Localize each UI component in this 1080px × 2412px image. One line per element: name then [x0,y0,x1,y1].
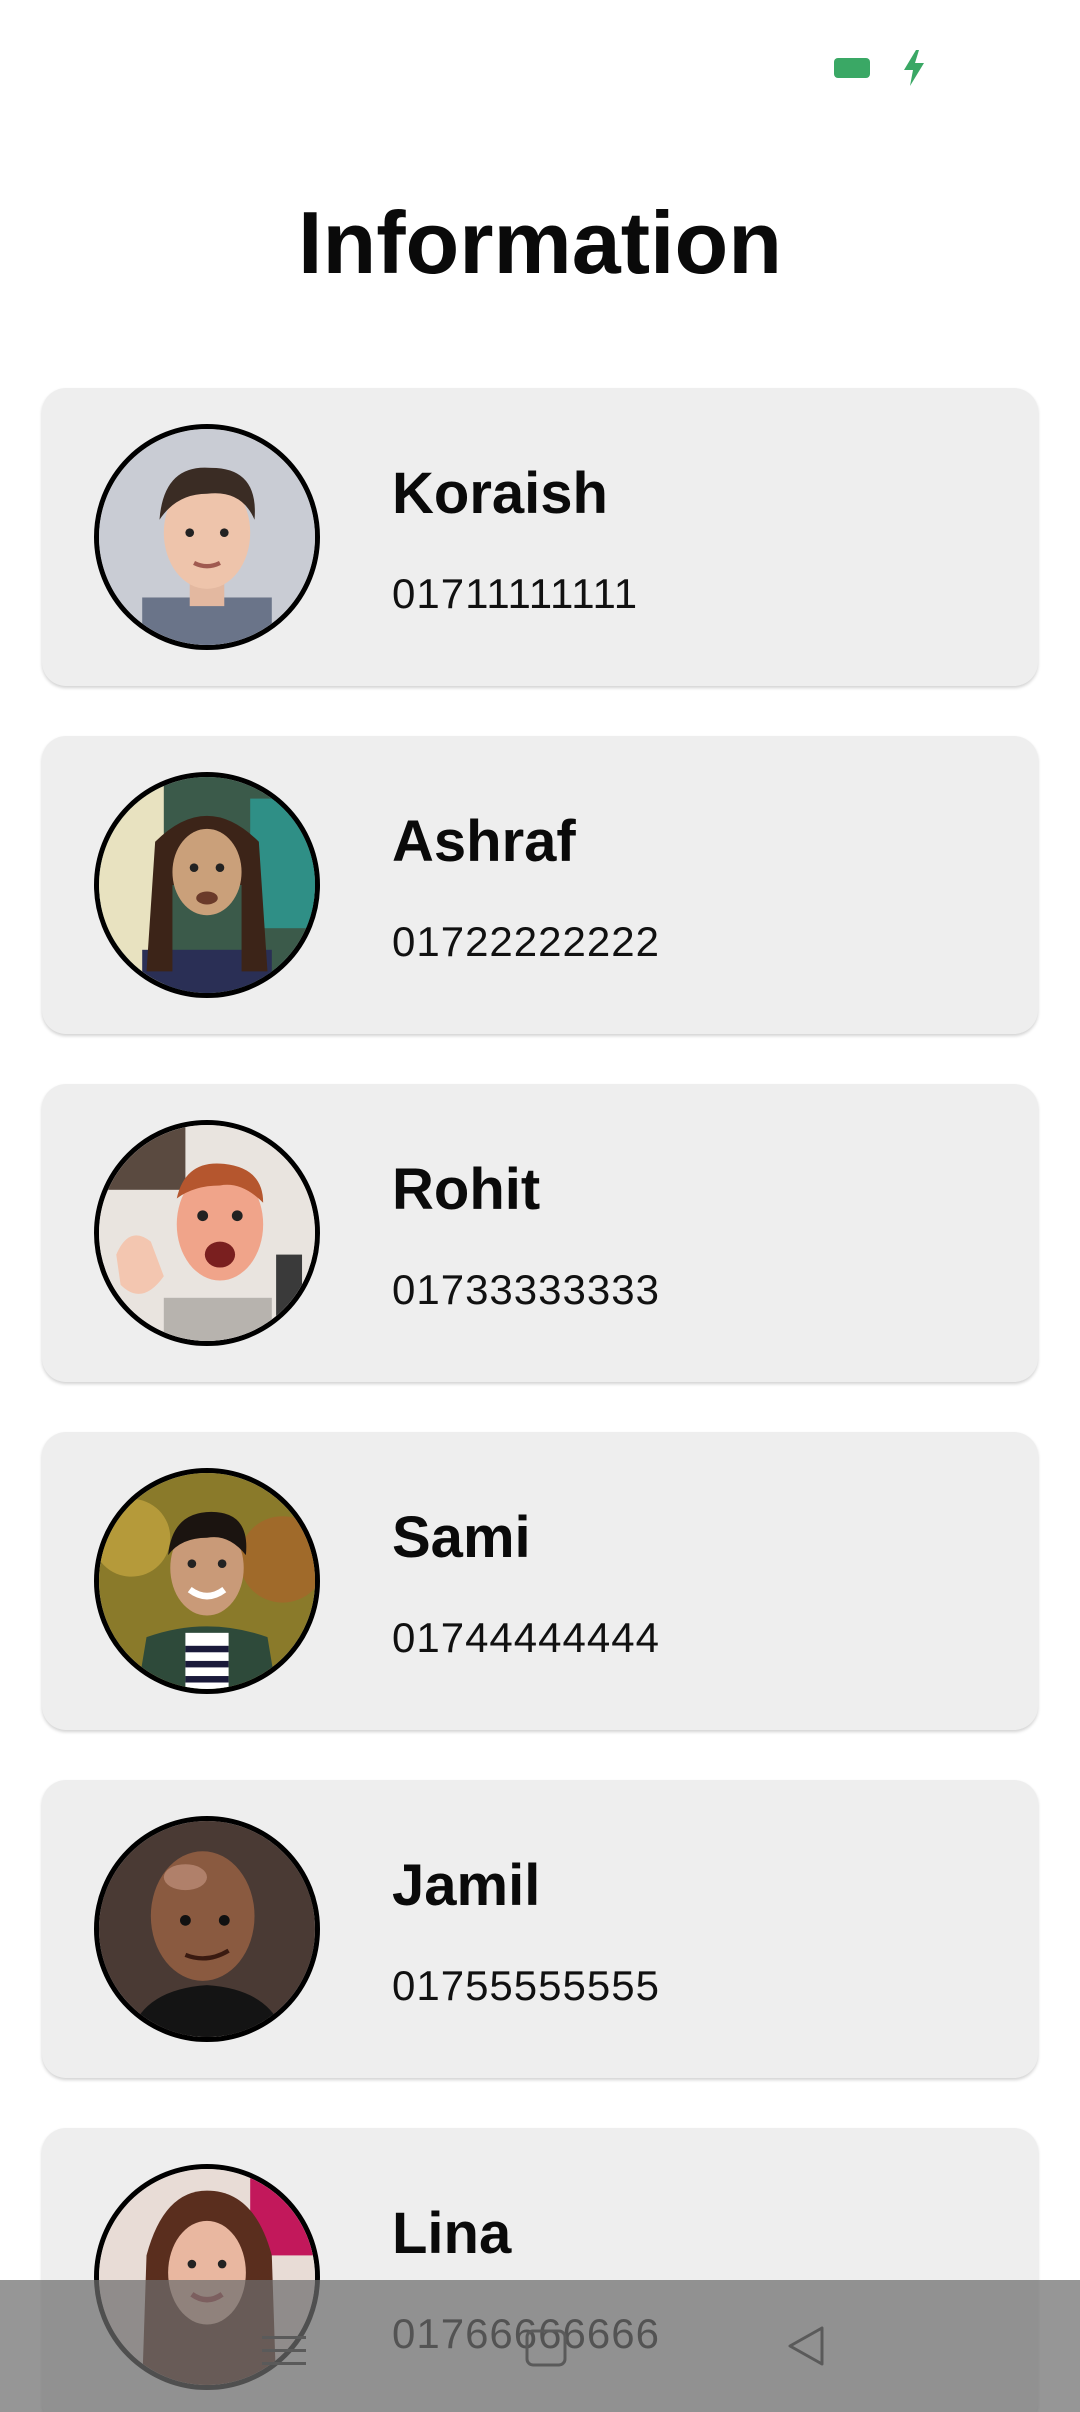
contact-name: Lina [392,2201,512,2266]
contact-phone: 01711111111 [392,570,639,617]
avatar-photo [99,1473,315,1689]
contact-card[interactable]: Koraish 01711111111 [42,388,1038,686]
avatar [94,424,320,650]
contact-list: Koraish 01711111111 Ashraf 01722222222 R… [42,388,1038,2412]
avatar-photo [99,1821,315,2037]
avatar-photo [99,1125,315,1341]
system-nav-bar [0,2280,1080,2412]
avatar [94,1120,320,1346]
status-bar [0,0,1080,130]
contact-phone: 01744444444 [392,1614,660,1661]
contact-card[interactable]: Rohit 01733333333 [42,1084,1038,1382]
page-title: Information [298,193,782,292]
contact-card[interactable]: Sami 01744444444 [42,1432,1038,1730]
contact-phone: 01755555555 [392,1962,660,2009]
avatar [94,1816,320,2042]
avatar [94,772,320,998]
battery-icon [834,58,870,78]
avatar-photo [99,429,315,645]
home-icon[interactable] [524,2328,568,2368]
contact-name: Rohit [392,1157,541,1222]
contact-card[interactable]: Ashraf 01722222222 [42,736,1038,1034]
contact-phone: 01722222222 [392,918,660,965]
avatar-photo [99,777,315,993]
back-icon[interactable] [786,2324,826,2368]
contact-card[interactable]: Jamil 01755555555 [42,1780,1038,2078]
contact-name: Ashraf [392,809,576,874]
contact-name: Koraish [392,461,608,526]
menu-icon[interactable] [262,2336,306,2366]
contact-name: Jamil [392,1853,541,1918]
charging-bolt-icon [904,50,924,86]
avatar [94,1468,320,1694]
app-screen: Information Koraish 01711111111 Ashraf 0… [0,0,1080,2412]
contact-name: Sami [392,1505,531,1570]
contact-phone: 01733333333 [392,1266,660,1313]
